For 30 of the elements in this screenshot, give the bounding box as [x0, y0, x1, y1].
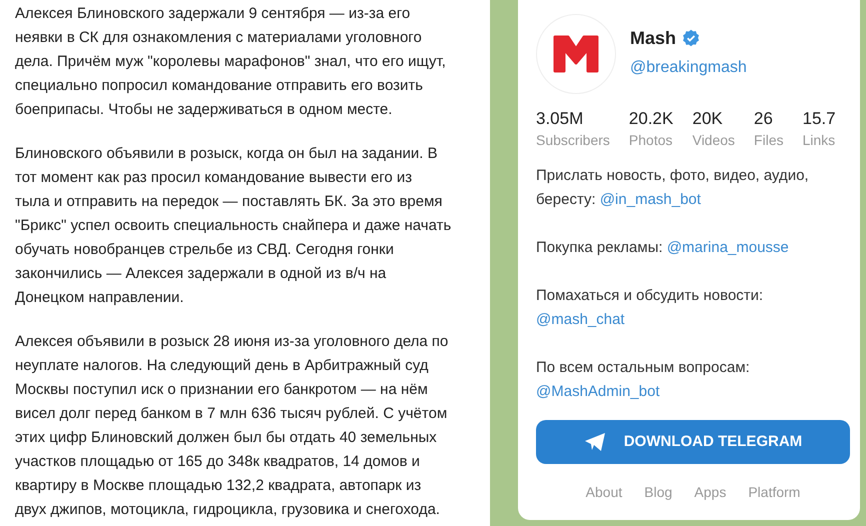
- username-link[interactable]: @in_mash_bot: [600, 191, 701, 208]
- footer-link[interactable]: Apps: [694, 482, 726, 503]
- username-link[interactable]: @MashAdmin_bot: [536, 383, 660, 400]
- logo-icon: [551, 33, 601, 75]
- description-text: Помахаться и обсудить новости: @mash_chat: [536, 286, 764, 330]
- description-text: Прислать новость, фото, видео, аудио, бересту: @in_mash_bot: [536, 166, 810, 210]
- description-text: Покупка рекламы: @marina_mousse: [536, 238, 790, 258]
- footer-link[interactable]: About: [586, 482, 622, 503]
- article-paragraph: Алексея Блиновского задержали 9 сентября — из-за его неявки в СК для ознакомления с материалами уголовного дела. Причём муж "королевы марафонов" знал, что его ищут, специально попросил командование отправить его возить боеприпасы. Чтобы не задерживаться в одном месте.: [15, 4, 447, 120]
- stat-label: Files: [754, 131, 784, 150]
- article-paragraph: Блиновского объявили в розыск, когда он был на задании. В тот момент как раз просил командование вывести его из тыла и отправить на передок — поставлять БК. За это время "Брикс" успел освоить специальность снайпера и даже начать обучать новобранцев стрельбе из СВД. Сегодня гонки закончились — Алексея задержали в одной из в/ч на Донецком направлении.: [15, 144, 452, 308]
- username-link[interactable]: @marina_mousse: [666, 239, 789, 256]
- stat-value: 26: [754, 108, 774, 130]
- footer-link[interactable]: Platform: [748, 482, 800, 503]
- stat-value: 20.2K: [628, 108, 674, 130]
- stat-label: Subscribers: [536, 131, 610, 150]
- stat-label: Videos: [692, 131, 735, 150]
- channel-handle-link[interactable]: @breakingmash: [630, 56, 747, 80]
- description-text: По всем остальным вопросам: @MashAdmin_bot: [536, 358, 751, 402]
- stat-label: Links: [802, 131, 836, 150]
- stat-value: 15.7: [802, 108, 836, 130]
- article-paragraph: Алексея объявили в розыск 28 июня из-за уголовного дела по неуплате налогов. На следующий день в Арбитражный суд Москвы поступил иск о признании его банкротом — на нём висел долг перед банком в 7 млн 636 тысяч рублей. С учётом этих цифр Блиновский должен был бы отдать 40 земельных участков площадью от 165 до 348к квадратов, 14 домов и квартиру в Москве площадью 132,2 квадрата, автопарк из двух джипов, мотоцикла, гидроцикла, грузовика и снегохода.: [15, 332, 450, 520]
- username-link[interactable]: @mash_chat: [536, 311, 625, 328]
- stat-value: 20K: [692, 108, 724, 130]
- download-button[interactable]: DOWNLOAD TELEGRAM: [536, 420, 850, 464]
- paper-plane-icon: [584, 433, 606, 451]
- stat-value: 3.05M: [536, 108, 584, 130]
- channel-name: Mash: [630, 26, 676, 50]
- stat-label: Photos: [628, 131, 674, 150]
- footer-link[interactable]: Blog: [644, 482, 672, 503]
